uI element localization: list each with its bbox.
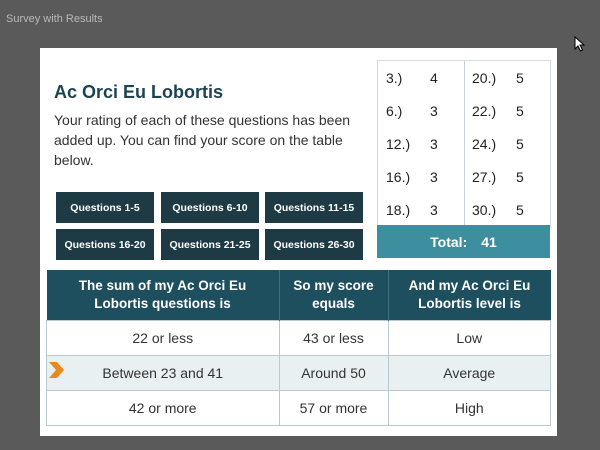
chevron-right-icon	[49, 362, 64, 378]
score-column-divider	[464, 61, 465, 227]
page-title: Ac Orci Eu Lobortis	[54, 82, 224, 102]
score-row: 20.) 5	[472, 61, 524, 94]
intro-text: Your rating of each of these questions h…	[54, 112, 351, 168]
score-row: 18.) 3	[386, 193, 438, 226]
question-number: 30.)	[472, 201, 497, 218]
table-cell: Around 50	[278, 355, 389, 391]
table-cell: Average	[387, 355, 551, 391]
question-score: 5	[516, 135, 524, 152]
total-value: 41	[481, 233, 497, 250]
total-label: Total:	[430, 233, 468, 250]
question-score: 5	[516, 69, 524, 86]
mouse-cursor-icon	[574, 36, 586, 52]
table-cell: 22 or less	[46, 320, 280, 356]
table-cell: 43 or less	[278, 320, 389, 356]
questions-11-15-button[interactable]: Questions 11-15	[265, 192, 363, 223]
score-row: 30.) 5	[472, 193, 524, 226]
question-number: 3.)	[386, 69, 403, 86]
window-titlebar: Survey with Results	[0, 0, 600, 40]
question-number: 18.)	[386, 201, 411, 218]
column-header-sum: The sum of my Ac Orci Eu Lobortis questi…	[46, 270, 279, 321]
question-number: 6.)	[386, 102, 403, 119]
column-header-level: And my Ac Orci Eu Lobortis level is	[387, 270, 551, 321]
table-cell: Low	[387, 320, 551, 356]
score-row: 12.) 3	[386, 127, 438, 160]
table-cell: 42 or more	[46, 390, 280, 426]
question-number: 20.)	[472, 69, 497, 86]
score-row: 6.) 3	[386, 94, 438, 127]
question-score: 5	[516, 201, 524, 218]
table-row: 42 or more 57 or more High	[46, 390, 551, 426]
question-number: 27.)	[472, 168, 497, 185]
question-score: 5	[516, 168, 524, 185]
table-cell: High	[387, 390, 551, 426]
score-row: 3.) 4	[386, 61, 438, 94]
question-score: 3	[430, 201, 438, 218]
score-row: 16.) 3	[386, 160, 438, 193]
question-number: 16.)	[386, 168, 411, 185]
question-score: 3	[430, 135, 438, 152]
question-score: 3	[430, 102, 438, 119]
questions-26-30-button[interactable]: Questions 26-30	[265, 229, 363, 260]
question-number: 12.)	[386, 135, 411, 152]
question-score: 3	[430, 168, 438, 185]
score-row: 27.) 5	[472, 160, 524, 193]
results-table-header: The sum of my Ac Orci Eu Lobortis questi…	[46, 270, 551, 321]
total-bar: Total: 41	[377, 225, 550, 258]
question-score: 4	[430, 69, 438, 86]
results-table: The sum of my Ac Orci Eu Lobortis questi…	[46, 270, 551, 426]
table-row: 22 or less 43 or less Low	[46, 320, 551, 356]
score-row: 22.) 5	[472, 94, 524, 127]
question-number: 24.)	[472, 135, 497, 152]
table-cell: Between 23 and 41	[46, 355, 280, 391]
questions-16-20-button[interactable]: Questions 16-20	[56, 229, 154, 260]
survey-slide: Ac Orci Eu Lobortis Your rating of each …	[40, 48, 557, 436]
table-cell: 57 or more	[278, 390, 389, 426]
column-header-score: So my score equals	[278, 270, 388, 321]
questions-21-25-button[interactable]: Questions 21-25	[161, 229, 259, 260]
questions-1-5-button[interactable]: Questions 1-5	[56, 192, 154, 223]
questions-6-10-button[interactable]: Questions 6-10	[161, 192, 259, 223]
table-row-highlighted: Between 23 and 41 Around 50 Average	[46, 355, 551, 391]
question-number: 22.)	[472, 102, 497, 119]
score-row: 24.) 5	[472, 127, 524, 160]
question-score: 5	[516, 102, 524, 119]
score-panel: 3.) 4 6.) 3 12.) 3 16.) 3 18.) 3 20.) 5 …	[377, 60, 551, 228]
window-title: Survey with Results	[6, 13, 103, 25]
